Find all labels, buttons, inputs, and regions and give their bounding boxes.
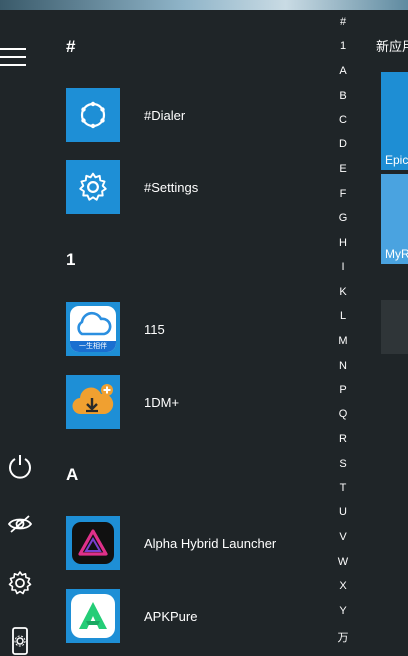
app-label: 1DM+ [144, 394, 180, 410]
index-letter[interactable]: Y [330, 605, 356, 617]
app-list[interactable]: # #Dialer #Settings 1 一生相伴 115 1DM+ A Al… [50, 10, 330, 656]
index-letter[interactable]: H [330, 237, 356, 249]
index-letter[interactable]: X [330, 580, 356, 592]
section-header-1: 1 [66, 250, 76, 269]
settings-gear-icon [66, 160, 120, 214]
index-letter[interactable]: A [330, 65, 356, 77]
download-cloud-icon [66, 375, 120, 429]
index-letter[interactable]: R [330, 433, 356, 445]
index-letter[interactable]: F [330, 188, 356, 200]
hide-eye-icon[interactable] [4, 508, 36, 540]
index-letter[interactable]: Q [330, 408, 356, 420]
index-letter[interactable]: # [330, 16, 356, 28]
index-letter[interactable]: W [330, 556, 356, 568]
index-letter[interactable]: E [330, 163, 356, 175]
app-item-115[interactable]: 一生相伴 115 [66, 302, 336, 356]
tile-blank[interactable] [381, 300, 408, 354]
index-letter[interactable]: M [330, 335, 356, 347]
alpha-triangle-icon [66, 516, 120, 570]
power-icon[interactable] [4, 450, 36, 482]
app-label: 115 [144, 321, 165, 337]
index-letter[interactable]: V [330, 531, 356, 543]
app-item-settings[interactable]: #Settings [66, 160, 336, 214]
app-item-1dm[interactable]: 1DM+ [66, 375, 336, 429]
icon-caption: 一生相伴 [70, 341, 116, 352]
index-letter[interactable]: D [330, 138, 356, 150]
index-letter[interactable]: L [330, 310, 356, 322]
hamburger-menu-icon[interactable] [0, 48, 26, 68]
app-label: Alpha Hybrid Launcher [144, 535, 277, 551]
index-letter[interactable]: 1 [330, 40, 356, 52]
app-label: #Settings [144, 179, 199, 195]
tile-epic[interactable]: Epic [381, 72, 408, 170]
app-item-apkpure[interactable]: APKPure [66, 589, 336, 643]
wallpaper-strip [0, 0, 408, 10]
index-letter[interactable]: K [330, 286, 356, 298]
app-item-dialer[interactable]: #Dialer [66, 88, 336, 142]
index-letter[interactable]: P [330, 384, 356, 396]
index-letter[interactable]: G [330, 212, 356, 224]
cloud-115-icon: 一生相伴 [66, 302, 120, 356]
app-label: APKPure [144, 608, 198, 624]
tile-label: MyR [385, 247, 408, 261]
index-letter[interactable]: N [330, 360, 356, 372]
section-header-a: A [66, 465, 79, 484]
start-sidebar [0, 10, 50, 656]
index-letter[interactable]: T [330, 482, 356, 494]
phone-settings-icon[interactable] [4, 624, 36, 656]
index-letter[interactable]: S [330, 458, 356, 470]
index-letter[interactable]: I [330, 261, 356, 273]
gear-icon[interactable] [4, 567, 36, 599]
section-header-hash: # [66, 37, 76, 56]
tile-label: Epic [385, 153, 408, 167]
index-letter[interactable]: U [330, 506, 356, 518]
app-label: #Dialer [144, 107, 186, 123]
new-apps-panel: 新应用 Epic MyR [370, 10, 408, 656]
tile-myr[interactable]: MyR [381, 174, 408, 264]
dialer-icon [66, 88, 120, 142]
index-letter[interactable]: B [330, 90, 356, 102]
index-letter[interactable]: C [330, 114, 356, 126]
index-letter[interactable]: 万 [330, 629, 356, 645]
app-item-alpha-hybrid-launcher[interactable]: Alpha Hybrid Launcher [66, 516, 336, 570]
apkpure-icon [66, 589, 120, 643]
new-apps-title: 新应用 [376, 39, 408, 54]
alphabet-index[interactable]: # 1 A B C D E F G H I K L M N P Q R S T … [330, 10, 356, 656]
